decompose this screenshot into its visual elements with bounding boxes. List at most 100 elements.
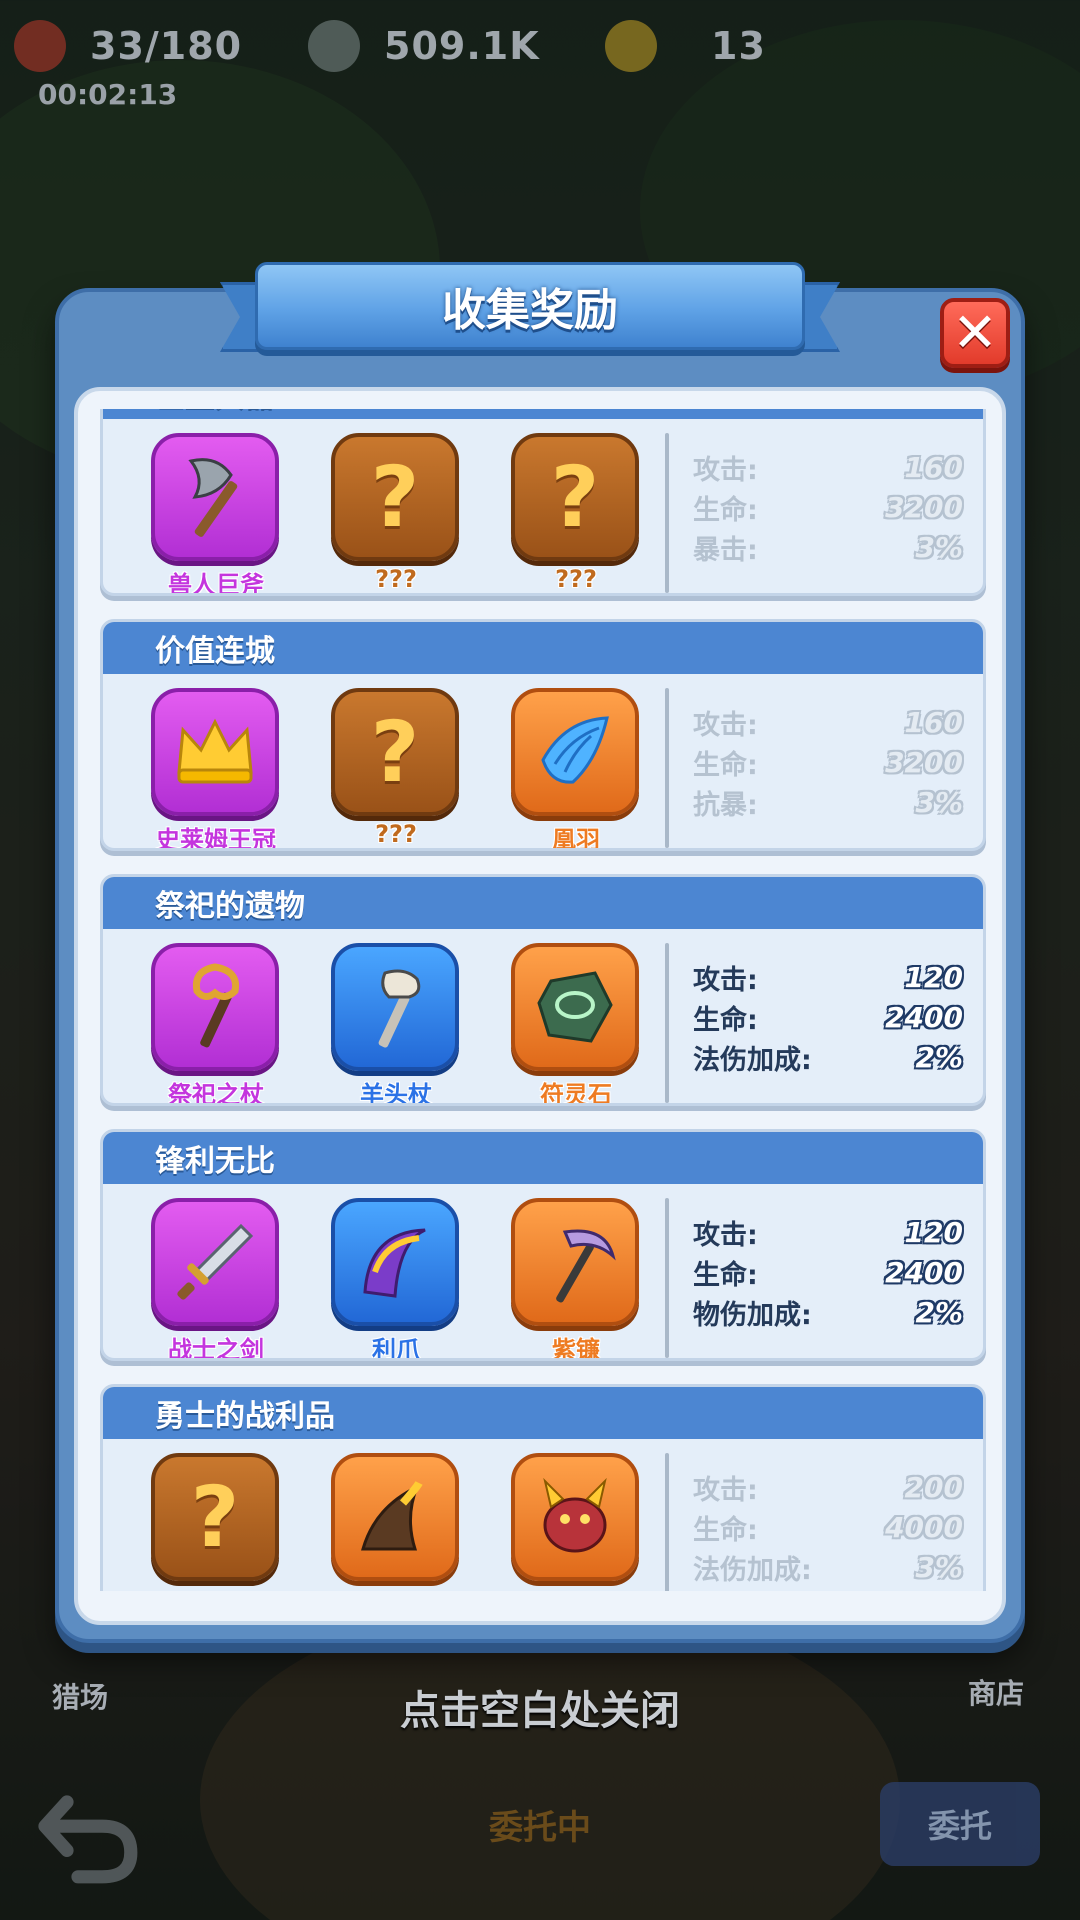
stat-value: 3% <box>915 530 963 564</box>
item-name: 兽人巨斧 <box>168 571 264 596</box>
modal-title: 收集奖励 <box>442 285 618 336</box>
collection-item[interactable]: 兽人巨斧 <box>151 433 281 593</box>
modal-content-panel: 巨型兵器兽人巨斧????????攻击:160生命:3200暴击:3%价值连城史莱… <box>74 387 1006 1625</box>
question-icon: ? <box>511 433 639 561</box>
set-header: 勇士的战利品 <box>103 1387 983 1439</box>
stat-value: 160 <box>904 705 963 739</box>
collection-item[interactable]: ???? <box>511 433 641 593</box>
collection-set-card: 巨型兵器兽人巨斧???????? 攻击: 160 生命: 3200 暴击: 3% <box>100 409 986 596</box>
stat-value: 120 <box>904 960 963 994</box>
stat-label: 法伤加成: <box>693 1044 812 1076</box>
stat-value: 200 <box>904 1470 963 1504</box>
stat-label: 法伤加成: <box>693 1554 812 1586</box>
stat-value: 160 <box>904 450 963 484</box>
collection-set-card: 锋利无比 战士之剑 利爪 紫镰 攻击: 120 生命: 2400 物伤加成: 2% <box>100 1129 986 1361</box>
item-name: 符灵石 <box>540 1081 612 1106</box>
stat-row: 法伤加成: 2% <box>693 1037 963 1077</box>
set-bonus-stats: 攻击: 160 生命: 3200 抗暴: 3% <box>693 702 963 822</box>
stat-label: 生命: <box>693 1514 758 1546</box>
collection-item[interactable]: 祭祀之杖 <box>151 943 281 1103</box>
title-banner: 收集奖励 <box>220 262 840 360</box>
claw-icon <box>331 1198 459 1326</box>
collection-item[interactable]: ???? <box>331 433 461 593</box>
stat-row: 生命: 3200 <box>693 742 963 782</box>
collection-set-list[interactable]: 巨型兵器兽人巨斧????????攻击:160生命:3200暴击:3%价值连城史莱… <box>100 409 990 1591</box>
item-name: ??? <box>375 820 417 848</box>
item-name: ??? <box>555 565 597 593</box>
collection-item[interactable]: 紫镰 <box>511 1198 641 1358</box>
collection-rewards-modal: 巨型兵器兽人巨斧????????攻击:160生命:3200暴击:3%价值连城史莱… <box>55 288 1025 1643</box>
axe-icon <box>151 433 279 561</box>
set-title: 巨型兵器 <box>155 409 275 415</box>
silver-coin-counter: 509.1K <box>308 18 540 74</box>
stat-value: 3% <box>915 785 963 819</box>
set-bonus-stats: 攻击: 120 生命: 2400 法伤加成: 2% <box>693 957 963 1077</box>
stat-value: 3% <box>915 1550 963 1584</box>
item-name: 紫镰 <box>552 1336 600 1361</box>
set-bonus-stats: 攻击: 160 生命: 3200 暴击: 3% <box>693 447 963 567</box>
stat-row: 生命: 2400 <box>693 1252 963 1292</box>
stat-label: 生命: <box>693 749 758 781</box>
stat-value: 2400 <box>885 1000 963 1034</box>
gold-coin-value: 13 <box>711 24 766 68</box>
stats-divider <box>665 1198 669 1358</box>
close-button[interactable]: ✕ <box>940 298 1010 368</box>
stats-divider <box>665 943 669 1103</box>
collection-item[interactable]: 羊头杖 <box>331 943 461 1103</box>
stat-label: 暴击: <box>693 534 758 566</box>
stat-value: 2% <box>915 1295 963 1329</box>
stat-row: 攻击: 160 <box>693 702 963 742</box>
collection-item[interactable]: 符灵石 <box>511 943 641 1103</box>
collection-item[interactable]: ? <box>151 1453 281 1585</box>
crown-icon <box>151 688 279 816</box>
item-name: 祭祀之杖 <box>168 1081 264 1106</box>
item-name: 凰羽 <box>552 826 600 851</box>
collection-item[interactable]: 凰羽 <box>511 688 641 848</box>
set-body: 史莱姆王冠???? 凰羽 攻击: 160 生命: 3200 抗暴: 3% <box>103 674 983 848</box>
silver-coin-icon <box>308 20 360 72</box>
close-icon: ✕ <box>952 301 998 364</box>
stat-label: 攻击: <box>693 1219 758 1251</box>
collection-set-card: 勇士的战利品? 攻击: 200 生命: 4000 法伤加成: 3% <box>100 1384 986 1591</box>
stat-label: 物伤加成: <box>693 1299 812 1331</box>
question-icon: ? <box>331 688 459 816</box>
stat-row: 暴击: 3% <box>693 527 963 567</box>
stat-label: 攻击: <box>693 1474 758 1506</box>
collection-item[interactable]: 利爪 <box>331 1198 461 1358</box>
stat-row: 攻击: 200 <box>693 1467 963 1507</box>
stat-row: 攻击: 120 <box>693 957 963 997</box>
set-title: 价值连城 <box>155 634 275 669</box>
energy-counter: 33/180 <box>14 18 242 74</box>
set-body: 兽人巨斧???????? 攻击: 160 生命: 3200 暴击: 3% <box>103 419 983 593</box>
collection-item[interactable] <box>331 1453 461 1585</box>
collection-item[interactable]: 史莱姆王冠 <box>151 688 281 848</box>
collection-set-card: 祭祀的遗物 祭祀之杖 羊头杖 符灵石 攻击: 120 生命: 2400 法伤加成: 2% <box>100 874 986 1106</box>
item-name: 羊头杖 <box>360 1081 432 1106</box>
stat-value: 3200 <box>885 745 963 779</box>
horn-icon <box>331 1453 459 1581</box>
set-title: 勇士的战利品 <box>155 1399 335 1434</box>
collection-item[interactable]: 战士之剑 <box>151 1198 281 1358</box>
stats-divider <box>665 688 669 848</box>
stat-value: 2% <box>915 1040 963 1074</box>
stat-row: 生命: 2400 <box>693 997 963 1037</box>
rune-stone-icon <box>511 943 639 1071</box>
item-name: ??? <box>375 565 417 593</box>
gold-coin-counter: 13 <box>605 18 766 74</box>
stats-divider <box>665 433 669 593</box>
set-bonus-stats: 攻击: 200 生命: 4000 法伤加成: 3% <box>693 1467 963 1587</box>
entrust-button[interactable]: 委托 <box>880 1782 1040 1866</box>
collection-item[interactable]: ???? <box>331 688 461 848</box>
stat-row: 法伤加成: 3% <box>693 1547 963 1587</box>
stat-label: 攻击: <box>693 454 758 486</box>
collection-item[interactable] <box>511 1453 641 1585</box>
wing-icon <box>511 688 639 816</box>
set-bonus-stats: 攻击: 120 生命: 2400 物伤加成: 2% <box>693 1212 963 1332</box>
top-hud: 33/180 509.1K 13 00:02:13 <box>0 0 1080 120</box>
dragon-head-icon <box>511 1453 639 1581</box>
ram-staff-icon <box>331 943 459 1071</box>
set-header: 价值连城 <box>103 622 983 674</box>
stat-value: 3200 <box>885 490 963 524</box>
question-icon: ? <box>331 433 459 561</box>
stat-row: 生命: 3200 <box>693 487 963 527</box>
